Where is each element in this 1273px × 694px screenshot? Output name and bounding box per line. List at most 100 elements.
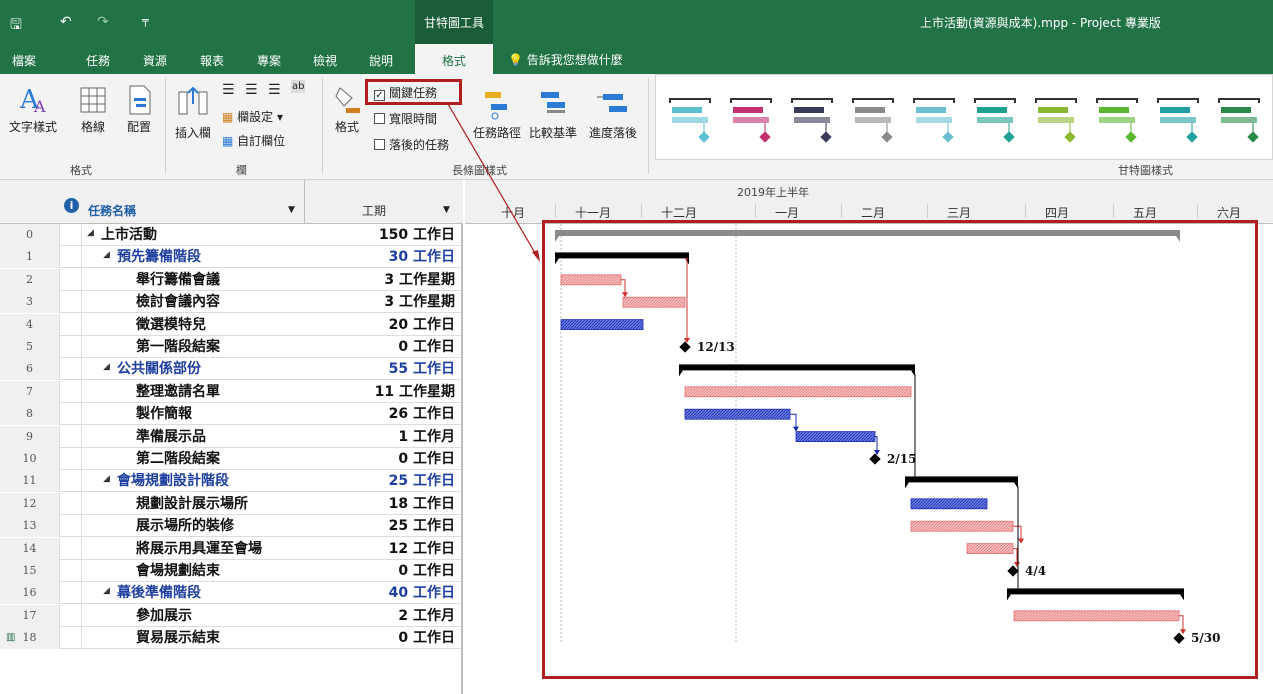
duration-cell[interactable]: 30 工作日 — [389, 246, 455, 268]
table-row[interactable]: 4 徵選模特兒 20 工作日 — [0, 313, 461, 336]
custom-fields-button[interactable]: ▦ 自訂欄位 — [222, 132, 285, 149]
tab-format[interactable]: 格式 — [415, 44, 493, 74]
task-name-cell[interactable]: 會場規劃設計階段 — [117, 470, 229, 492]
table-row[interactable]: 13 展示場所的裝修 25 工作日 — [0, 515, 461, 538]
duration-cell[interactable]: 1 工作月 — [398, 426, 455, 448]
duration-cell[interactable]: 25 工作日 — [389, 515, 455, 537]
quick-access-customize-icon[interactable]: ╤ — [142, 14, 149, 27]
align-center-icon[interactable]: ☰ — [245, 82, 258, 98]
tab-task[interactable]: 任務 — [86, 52, 110, 69]
tab-report[interactable]: 報表 — [200, 52, 224, 69]
task-name-cell[interactable]: 準備展示品 — [136, 426, 206, 448]
gantt-style-thumb[interactable] — [910, 93, 958, 147]
duration-cell[interactable]: 0 工作日 — [398, 448, 455, 470]
align-left-icon[interactable]: ☰ — [222, 82, 235, 98]
task-name-cell[interactable]: 將展示用具運至會場 — [136, 538, 262, 560]
table-row[interactable]: 8 製作簡報 26 工作日 — [0, 403, 461, 426]
table-row[interactable]: 17 參加展示 2 工作月 — [0, 604, 461, 627]
column-filter-icon[interactable]: ▼ — [443, 205, 450, 215]
late-tasks-checkbox[interactable]: 落後的任務 — [374, 136, 449, 153]
wrap-text-icon[interactable]: ab — [291, 80, 306, 93]
gantt-style-thumb[interactable] — [1032, 93, 1080, 147]
column-filter-icon[interactable]: ▼ — [288, 205, 295, 215]
table-row[interactable]: 10 第二階段結案 0 工作日 — [0, 448, 461, 470]
collapse-icon[interactable]: ◢ — [103, 474, 110, 484]
tab-file[interactable]: 檔案 — [12, 52, 36, 69]
save-icon[interactable]: 🖫 — [10, 14, 22, 38]
table-row[interactable]: 14 將展示用具運至會場 12 工作日 — [0, 537, 461, 560]
table-row[interactable]: 1 ◢ 預先籌備階段 30 工作日 — [0, 246, 461, 269]
collapse-icon[interactable]: ◢ — [87, 228, 94, 238]
task-name-cell[interactable]: 規劃設計展示場所 — [136, 493, 248, 515]
task-name-cell[interactable]: 展示場所的裝修 — [136, 515, 234, 537]
column-header-duration[interactable]: 工期 — [362, 202, 386, 219]
task-name-cell[interactable]: 整理邀請名單 — [136, 381, 220, 403]
table-row[interactable]: 9 準備展示品 1 工作月 — [0, 425, 461, 448]
tab-view[interactable]: 檢視 — [313, 52, 337, 69]
task-name-cell[interactable]: 檢討會議內容 — [136, 291, 220, 313]
baseline-button[interactable]: 比較基準 — [526, 82, 580, 141]
table-row[interactable]: 0 ◢ 上市活動 150 工作日 — [0, 224, 461, 246]
duration-cell[interactable]: 0 工作日 — [398, 627, 455, 649]
task-name-cell[interactable]: 預先籌備階段 — [117, 246, 201, 268]
task-name-cell[interactable]: 第一階段結案 — [136, 336, 220, 358]
duration-cell[interactable]: 26 工作日 — [389, 403, 455, 425]
gantt-style-thumb[interactable] — [1215, 93, 1263, 147]
column-settings-button[interactable]: ▦ 欄設定 ▾ — [222, 108, 283, 125]
task-path-button[interactable]: 任務路徑 — [470, 82, 524, 141]
tell-me-box[interactable]: 💡 告訴我您想做什麼 — [508, 51, 623, 68]
table-row[interactable]: 5 第一階段結案 0 工作日 — [0, 336, 461, 358]
table-row[interactable]: 18 貿易展示結束 0 工作日 — [0, 627, 461, 650]
gantt-style-thumb[interactable] — [727, 93, 775, 147]
duration-cell[interactable]: 11 工作星期 — [375, 381, 455, 403]
gantt-style-thumb[interactable] — [1093, 93, 1141, 147]
duration-cell[interactable]: 150 工作日 — [379, 224, 455, 246]
undo-icon[interactable]: ↶ — [60, 14, 72, 30]
align-right-icon[interactable]: ☰ — [268, 82, 281, 98]
table-row[interactable]: 6 ◢ 公共關係部份 55 工作日 — [0, 358, 461, 381]
column-header-task-name[interactable]: 任務名稱 — [88, 202, 136, 219]
table-row[interactable]: 15 會場規劃結束 0 工作日 — [0, 560, 461, 582]
duration-cell[interactable]: 2 工作月 — [398, 605, 455, 627]
table-row[interactable]: 7 整理邀請名單 11 工作星期 — [0, 380, 461, 403]
duration-cell[interactable]: 3 工作星期 — [384, 269, 455, 291]
task-name-cell[interactable]: 幕後準備階段 — [117, 582, 201, 604]
slack-checkbox[interactable]: 寬限時間 — [374, 110, 437, 127]
gridlines-button[interactable]: 格線 — [74, 82, 112, 135]
task-name-cell[interactable]: 參加展示 — [136, 605, 192, 627]
table-row[interactable]: 3 檢討會議內容 3 工作星期 — [0, 291, 461, 314]
task-name-cell[interactable]: 製作簡報 — [136, 403, 192, 425]
duration-cell[interactable]: 18 工作日 — [389, 493, 455, 515]
tab-project[interactable]: 專案 — [257, 52, 281, 69]
collapse-icon[interactable]: ◢ — [103, 362, 110, 372]
table-row[interactable]: 16 ◢ 幕後準備階段 40 工作日 — [0, 582, 461, 605]
task-name-cell[interactable]: 會場規劃結束 — [136, 560, 220, 582]
collapse-icon[interactable]: ◢ — [103, 250, 110, 260]
text-styles-button[interactable]: AA 文字樣式 — [2, 82, 64, 135]
duration-cell[interactable]: 25 工作日 — [389, 470, 455, 492]
table-row[interactable]: 2 舉行籌備會議 3 工作星期 — [0, 268, 461, 291]
gantt-style-thumb[interactable] — [971, 93, 1019, 147]
duration-cell[interactable]: 3 工作星期 — [384, 291, 455, 313]
tab-help[interactable]: 說明 — [369, 52, 393, 69]
gantt-style-thumb[interactable] — [849, 93, 897, 147]
table-row[interactable]: 11 ◢ 會場規劃設計階段 25 工作日 — [0, 470, 461, 493]
duration-cell[interactable]: 55 工作日 — [389, 358, 455, 380]
duration-cell[interactable]: 40 工作日 — [389, 582, 455, 604]
task-name-cell[interactable]: 貿易展示結束 — [136, 627, 220, 649]
gantt-style-thumb[interactable] — [1154, 93, 1202, 147]
task-name-cell[interactable]: 公共關係部份 — [117, 358, 201, 380]
duration-cell[interactable]: 20 工作日 — [389, 314, 455, 336]
task-name-cell[interactable]: 舉行籌備會議 — [136, 269, 220, 291]
gantt-style-thumb[interactable] — [788, 93, 836, 147]
collapse-icon[interactable]: ◢ — [103, 586, 110, 596]
insert-column-button[interactable]: 插入欄 — [170, 82, 216, 141]
slippage-button[interactable]: 進度落後 — [584, 82, 642, 141]
layout-button[interactable]: 配置 — [120, 82, 158, 135]
tab-resource[interactable]: 資源 — [143, 52, 167, 69]
format-bar-button[interactable]: 格式 — [330, 82, 364, 135]
duration-cell[interactable]: 0 工作日 — [398, 560, 455, 582]
task-name-cell[interactable]: 第二階段結案 — [136, 448, 220, 470]
table-row[interactable]: 12 規劃設計展示場所 18 工作日 — [0, 492, 461, 515]
gantt-style-thumb[interactable] — [666, 93, 714, 147]
